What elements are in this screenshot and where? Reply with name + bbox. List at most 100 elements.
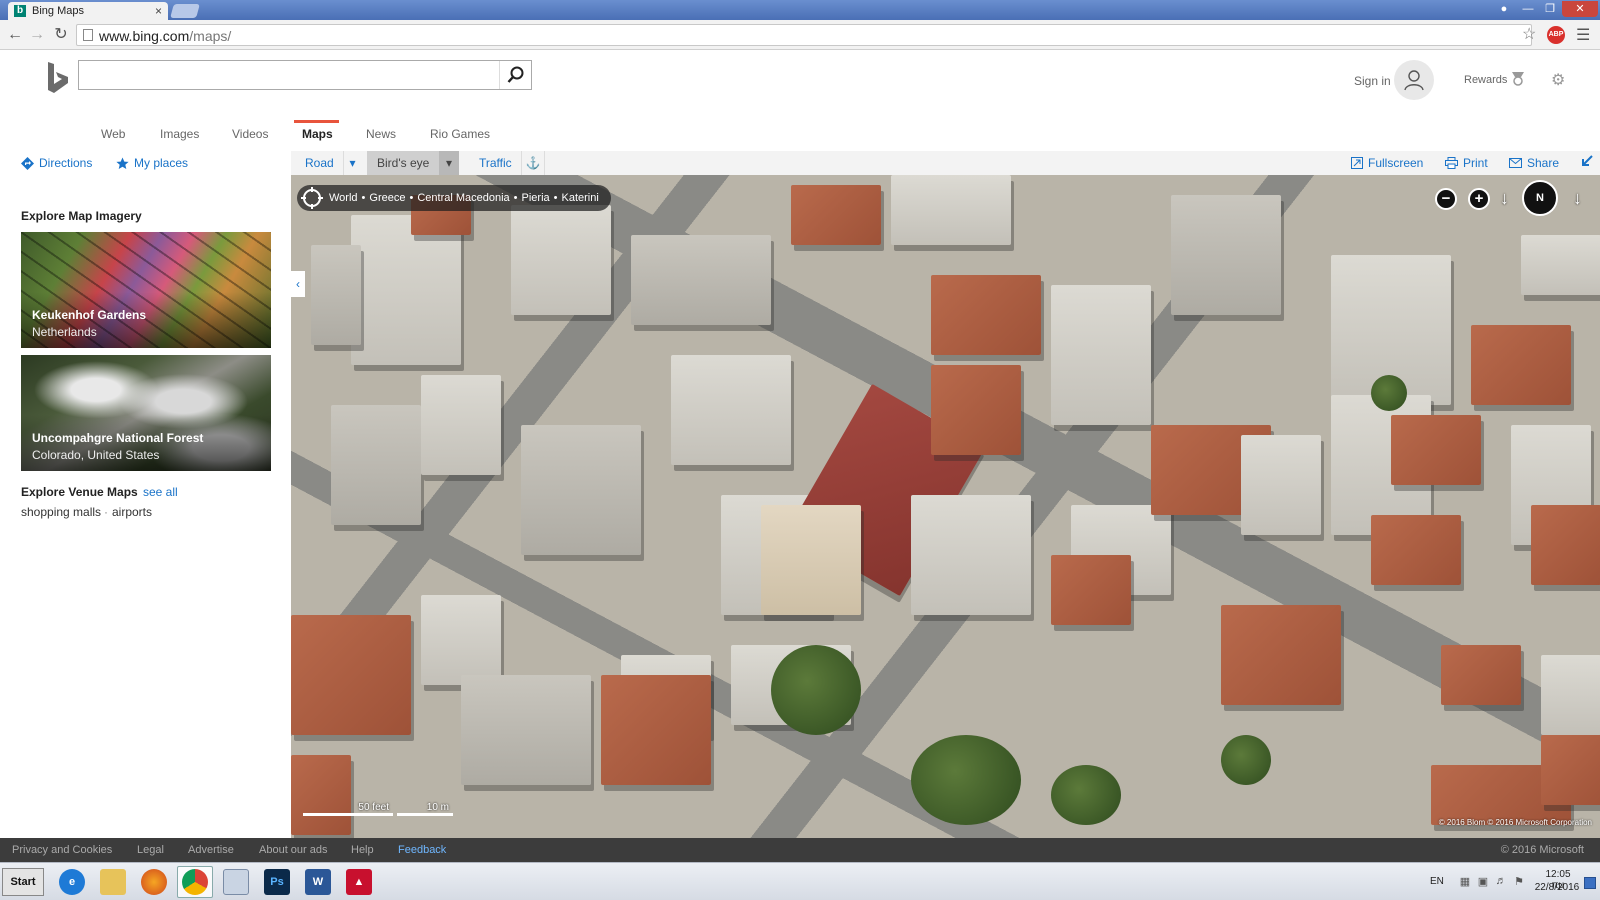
adblock-plus-icon[interactable]: ABP [1547,26,1565,44]
anchor-icon[interactable]: ⚓ [521,151,545,175]
url-host: www.bing.com [99,28,190,44]
directions-label: Directions [39,156,93,170]
rewards-medal-icon[interactable] [1511,71,1525,87]
print-label: Print [1463,156,1488,170]
collapse-panel-icon[interactable] [1579,151,1600,175]
footer-advertise-link[interactable]: Advertise [188,844,234,856]
left-toolbar: Directions My places [0,151,291,175]
internet-explorer-icon[interactable]: e [54,866,90,898]
tray-date[interactable]: 22/8/2016 [1532,882,1582,893]
bing-logo-icon[interactable] [46,62,70,94]
tilt-arrow-icon[interactable]: ↓ [1500,188,1509,209]
star-icon [116,157,129,169]
word-icon[interactable]: W [300,866,336,898]
tab-close-icon[interactable]: × [155,4,162,18]
location-breadcrumb: World • Greece • Central Macedonia • Pie… [297,185,611,211]
forward-icon[interactable]: → [28,25,46,45]
tray-volume-icon[interactable]: ♬ [1494,875,1508,889]
show-desktop-icon[interactable] [1584,877,1596,889]
birds-eye-view-button[interactable]: Bird's eye [367,151,439,175]
fullscreen-icon [1351,157,1363,169]
footer-about-ads-link[interactable]: About our ads [259,844,328,856]
collapse-sidebar-chevron-icon[interactable]: ‹ [291,271,305,297]
breadcrumb-separator: • [553,192,558,204]
search-input[interactable] [79,61,499,89]
fullscreen-button[interactable]: Fullscreen [1351,151,1423,175]
rotate-arrow-icon[interactable]: ↓ [1573,188,1582,209]
traffic-button[interactable]: Traffic [469,151,522,175]
scope-maps[interactable]: Maps [302,127,333,141]
minimize-icon[interactable]: — [1518,1,1538,17]
locate-me-icon[interactable] [301,187,323,209]
shopping-malls-link[interactable]: shopping malls [21,505,101,519]
close-window-icon[interactable]: ✕ [1562,1,1598,17]
new-tab-button[interactable] [170,4,200,18]
print-button[interactable]: Print [1445,151,1488,175]
scope-images[interactable]: Images [160,127,199,141]
footer-legal-link[interactable]: Legal [137,844,164,856]
url-field[interactable]: www.bing.com/maps/ [76,24,1532,46]
rewards-link[interactable]: Rewards [1464,74,1507,86]
tray-language[interactable]: EN [1430,876,1444,887]
bookmark-star-icon[interactable]: ☆ [1522,24,1536,44]
imagery-card-uncompahgre[interactable]: Uncompahgre National Forest Colorado, Un… [21,355,271,471]
map-canvas[interactable]: World • Greece • Central Macedonia • Pie… [291,175,1600,838]
sign-in-link[interactable]: Sign in [1354,74,1391,88]
zoom-in-icon[interactable]: + [1468,188,1490,210]
my-places-label: My places [134,156,189,170]
fullscreen-label: Fullscreen [1368,156,1424,170]
compass-icon[interactable]: N [1522,180,1558,216]
calculator-icon[interactable] [218,866,254,898]
file-explorer-icon[interactable] [95,866,131,898]
browser-menu-icon[interactable]: ☰ [1576,25,1590,45]
address-toolbar: ← → ↻ www.bing.com/maps/ ☆ ABP ☰ [0,20,1600,50]
road-view-button[interactable]: Road [291,151,348,175]
breadcrumb-separator: • [361,192,366,204]
acrobat-icon[interactable]: ▲ [341,866,377,898]
reload-icon[interactable]: ↻ [52,25,70,45]
tray-flag-icon[interactable]: ⚑ [1512,875,1526,889]
back-icon[interactable]: ← [6,25,24,45]
url-path: /maps/ [189,28,232,44]
settings-gear-icon[interactable]: ⚙ [1551,70,1565,90]
breadcrumb-world[interactable]: World [329,192,358,204]
user-profile-icon[interactable]: ● [1494,1,1514,17]
road-dropdown-chevron-icon[interactable]: ▾ [343,151,361,175]
my-places-button[interactable]: My places [116,156,188,170]
tray-network-icon[interactable]: ▦ [1458,875,1472,889]
card-title: Keukenhof Gardens [32,308,147,322]
url-text[interactable]: www.bing.com/maps/ [99,28,231,44]
share-button[interactable]: Share [1509,151,1559,175]
imagery-card-keukenhof[interactable]: Keukenhof Gardens Netherlands [21,232,271,348]
map-copyright: © 2016 Blom © 2016 Microsoft Corporation [1438,818,1592,827]
footer-help-link[interactable]: Help [351,844,374,856]
zoom-out-icon[interactable]: − [1435,188,1457,210]
see-all-link[interactable]: see all [143,485,178,499]
directions-button[interactable]: Directions [21,156,92,170]
search-button[interactable] [499,61,531,89]
search-icon [507,66,523,83]
breadcrumb-pieria[interactable]: Pieria [522,192,550,204]
search-box [78,60,532,90]
firefox-icon[interactable] [136,866,172,898]
browser-tab[interactable]: b Bing Maps × [8,2,168,20]
scope-web[interactable]: Web [101,127,125,141]
start-button[interactable]: Start [2,868,44,896]
bing-favicon-icon: b [14,5,26,17]
restore-icon[interactable]: ❐ [1540,1,1560,17]
airports-link[interactable]: airports [112,505,152,519]
avatar[interactable] [1394,60,1434,100]
photoshop-icon[interactable]: Ps [259,866,295,898]
tray-monitor-icon[interactable]: ▣ [1476,875,1490,889]
chrome-icon[interactable] [177,866,213,898]
scope-rio-games[interactable]: Rio Games [430,127,490,141]
footer-privacy-link[interactable]: Privacy and Cookies [12,844,112,856]
scope-videos[interactable]: Videos [232,127,268,141]
breadcrumb-central-macedonia[interactable]: Central Macedonia [417,192,509,204]
breadcrumb-greece[interactable]: Greece [369,192,405,204]
scope-news[interactable]: News [366,127,396,141]
map-toolbar: Road ▾ Bird's eye ▾ Traffic ⚓ Fullscreen… [291,151,1600,175]
footer-feedback-link[interactable]: Feedback [398,844,446,856]
breadcrumb-katerini[interactable]: Katerini [562,192,599,204]
birds-eye-dropdown-chevron-icon[interactable]: ▾ [439,151,459,175]
